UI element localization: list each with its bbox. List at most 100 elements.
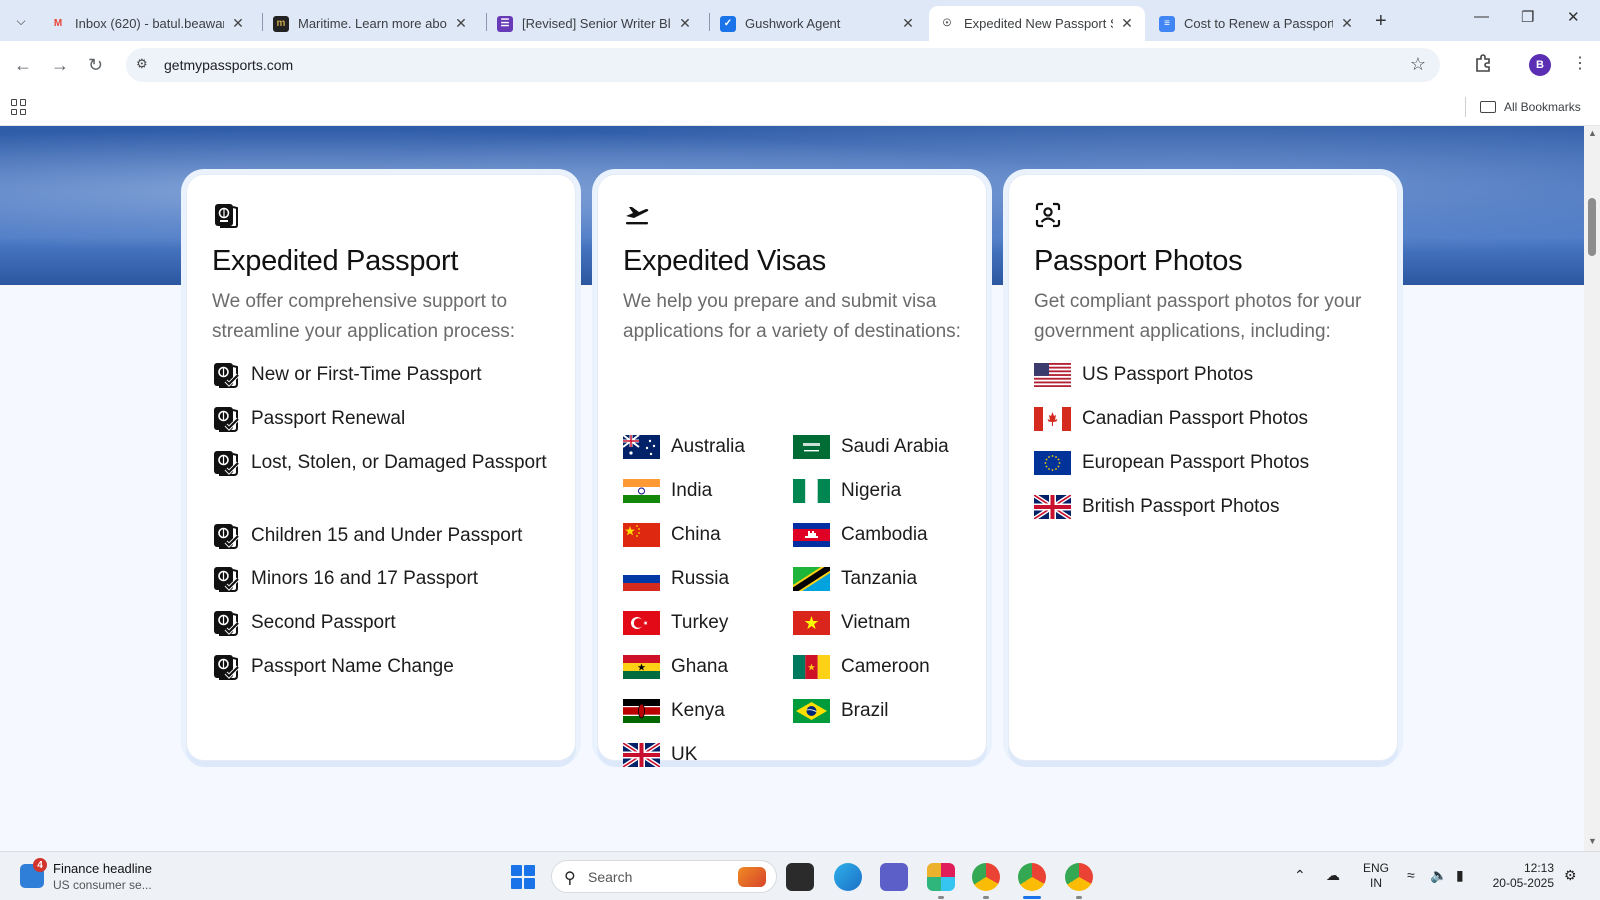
visa-country-item: Kenya [623, 699, 725, 723]
tab-gmail[interactable]: M Inbox (620) - batul.beawar ✕ [40, 6, 256, 41]
file-explorer-icon[interactable] [786, 863, 814, 891]
browser-toolbar: ← → ↻ ⚙ getmypassports.com ☆ B ⋮ [0, 41, 1600, 89]
show-hidden-icons-chevron[interactable]: ⌃ [1294, 867, 1306, 884]
service-card-photos: Passport Photos Get compliant passport p… [1008, 174, 1398, 761]
chrome-profile-3-icon[interactable] [1065, 863, 1093, 891]
photo-service-label: Canadian Passport Photos [1082, 408, 1309, 429]
china-flag-icon [623, 523, 660, 547]
gmail-icon: M [53, 18, 63, 29]
scrollbar-thumb[interactable] [1588, 198, 1596, 256]
visa-country-item: Saudi Arabia [793, 435, 949, 459]
close-tab-icon[interactable]: ✕ [1339, 15, 1355, 32]
tab-title: Cost to Renew a Passport [1184, 16, 1333, 31]
forward-icon[interactable]: → [51, 55, 69, 76]
url-text[interactable]: getmypassports.com [164, 57, 293, 73]
notifications-bell-icon[interactable]: ⚙ [1564, 867, 1577, 884]
tab-docs[interactable]: ≡ Cost to Renew a Passport ✕ [1149, 6, 1365, 41]
uk-flag-icon [623, 743, 660, 767]
profile-avatar[interactable]: B [1529, 54, 1551, 76]
gushwork-icon: ✓ [720, 15, 736, 32]
close-tab-icon[interactable]: ✕ [230, 15, 246, 32]
menu-kebab-icon[interactable]: ⋮ [1572, 53, 1588, 73]
widget-headline[interactable]: Finance headline [53, 861, 152, 876]
onedrive-icon[interactable]: ☁ [1326, 867, 1340, 884]
page-scrollbar[interactable]: ▲ ▼ [1584, 126, 1600, 851]
back-icon[interactable]: ← [14, 55, 32, 76]
apps-grid-icon[interactable] [11, 99, 27, 115]
site-settings-icon[interactable]: ⚙ [136, 56, 148, 72]
visa-country-item: Australia [623, 435, 745, 459]
volume-icon[interactable]: 🔈 [1430, 867, 1447, 884]
restore-icon[interactable]: ❐ [1521, 8, 1534, 26]
globe-icon: ☉ [942, 18, 952, 29]
ghana-flag-icon [623, 655, 660, 679]
minimize-icon[interactable]: — [1474, 8, 1489, 25]
tab-maritime[interactable]: m Maritime. Learn more abou ✕ [263, 6, 479, 41]
tab-gushwork[interactable]: ✓ Gushwork Agent ✕ [710, 6, 926, 41]
clock-date: 20-05-2025 [1492, 876, 1554, 890]
nigeria-flag-icon [793, 479, 830, 503]
widget-subtitle[interactable]: US consumer se... [53, 878, 152, 892]
russia-flag-icon [623, 567, 660, 591]
visa-country-item: Vietnam [793, 611, 910, 635]
tab-title: Expedited New Passport Sc [964, 16, 1113, 31]
tab-strip: ⌵ M Inbox (620) - batul.beawar ✕ m Marit… [0, 0, 1600, 41]
close-tab-icon[interactable]: ✕ [677, 15, 693, 32]
uk-flag-icon [1034, 495, 1071, 519]
close-tab-icon[interactable]: ✕ [453, 15, 469, 32]
folder-icon [1480, 101, 1496, 113]
bookmarks-bar: All Bookmarks [0, 89, 1600, 126]
close-tab-icon[interactable]: ✕ [900, 15, 916, 32]
visa-country-item: Turkey [623, 611, 728, 635]
close-tab-icon[interactable]: ✕ [1119, 15, 1135, 32]
visa-country-name: Kenya [671, 700, 725, 721]
teams-icon[interactable] [880, 863, 908, 891]
windows-start-icon[interactable] [511, 865, 535, 889]
photo-service-item: European Passport Photos [1034, 448, 1374, 478]
photo-service-label: British Passport Photos [1082, 496, 1280, 517]
photo-service-label: US Passport Photos [1082, 364, 1254, 385]
window-close-icon[interactable]: ✕ [1567, 8, 1580, 26]
scroll-down-arrow-icon[interactable]: ▼ [1588, 836, 1597, 846]
passport-check-icon [214, 611, 240, 636]
tab-title: Gushwork Agent [745, 16, 841, 31]
visa-country-name: UK [671, 744, 698, 765]
airplane-icon [626, 207, 649, 225]
visa-country-item: Brazil [793, 699, 889, 723]
page-viewport: Expedited Passport We offer comprehensiv… [0, 126, 1584, 851]
tab-forms[interactable]: ☰ [Revised] Senior Writer Blo ✕ [487, 6, 703, 41]
address-bar[interactable]: ⚙ getmypassports.com ☆ [126, 48, 1440, 82]
bookmark-star-icon[interactable]: ☆ [1410, 54, 1426, 75]
photo-service-item: US Passport Photos [1034, 360, 1374, 390]
tab-search-button[interactable]: ⌵ [8, 9, 34, 33]
slack-icon[interactable] [927, 863, 955, 891]
language-indicator[interactable]: ENG IN [1363, 861, 1389, 891]
system-clock[interactable]: 12:13 20-05-2025 [1488, 861, 1554, 891]
chevron-down-icon: ⌵ [16, 13, 26, 28]
passport-service-label: Second Passport [251, 612, 396, 633]
forms-icon: ☰ [497, 15, 513, 32]
passport-service-item: New or First-Time Passport [212, 360, 552, 390]
new-tab-button[interactable]: + [1375, 10, 1387, 33]
battery-icon[interactable]: ▮ [1456, 867, 1464, 884]
wifi-icon[interactable]: ≈ [1407, 867, 1415, 883]
tab-title: [Revised] Senior Writer Blo [522, 16, 671, 31]
face-scan-icon [1035, 202, 1061, 228]
chrome-profile-1-icon[interactable] [972, 863, 1000, 891]
passport-check-icon [214, 363, 240, 388]
tab-passport-active[interactable]: ☉ Expedited New Passport Sc ✕ [929, 6, 1145, 41]
visa-country-name: Ghana [671, 656, 729, 677]
passport-service-item: Minors 16 and 17 Passport [212, 564, 552, 594]
edge-icon[interactable] [834, 863, 862, 891]
brazil-flag-icon [793, 699, 830, 723]
all-bookmarks-button[interactable]: All Bookmarks [1480, 100, 1581, 114]
taskbar-search[interactable]: ⚲ Search [551, 860, 777, 893]
visa-country-name: Tanzania [841, 568, 918, 589]
reload-icon[interactable]: ↻ [88, 55, 103, 76]
passport-check-icon [214, 407, 240, 432]
scroll-up-arrow-icon[interactable]: ▲ [1588, 128, 1597, 138]
canada-flag-icon [1034, 407, 1071, 431]
chrome-profile-2-icon[interactable] [1018, 863, 1046, 891]
extensions-icon[interactable] [1474, 54, 1492, 72]
visa-country-name: Russia [671, 568, 730, 589]
